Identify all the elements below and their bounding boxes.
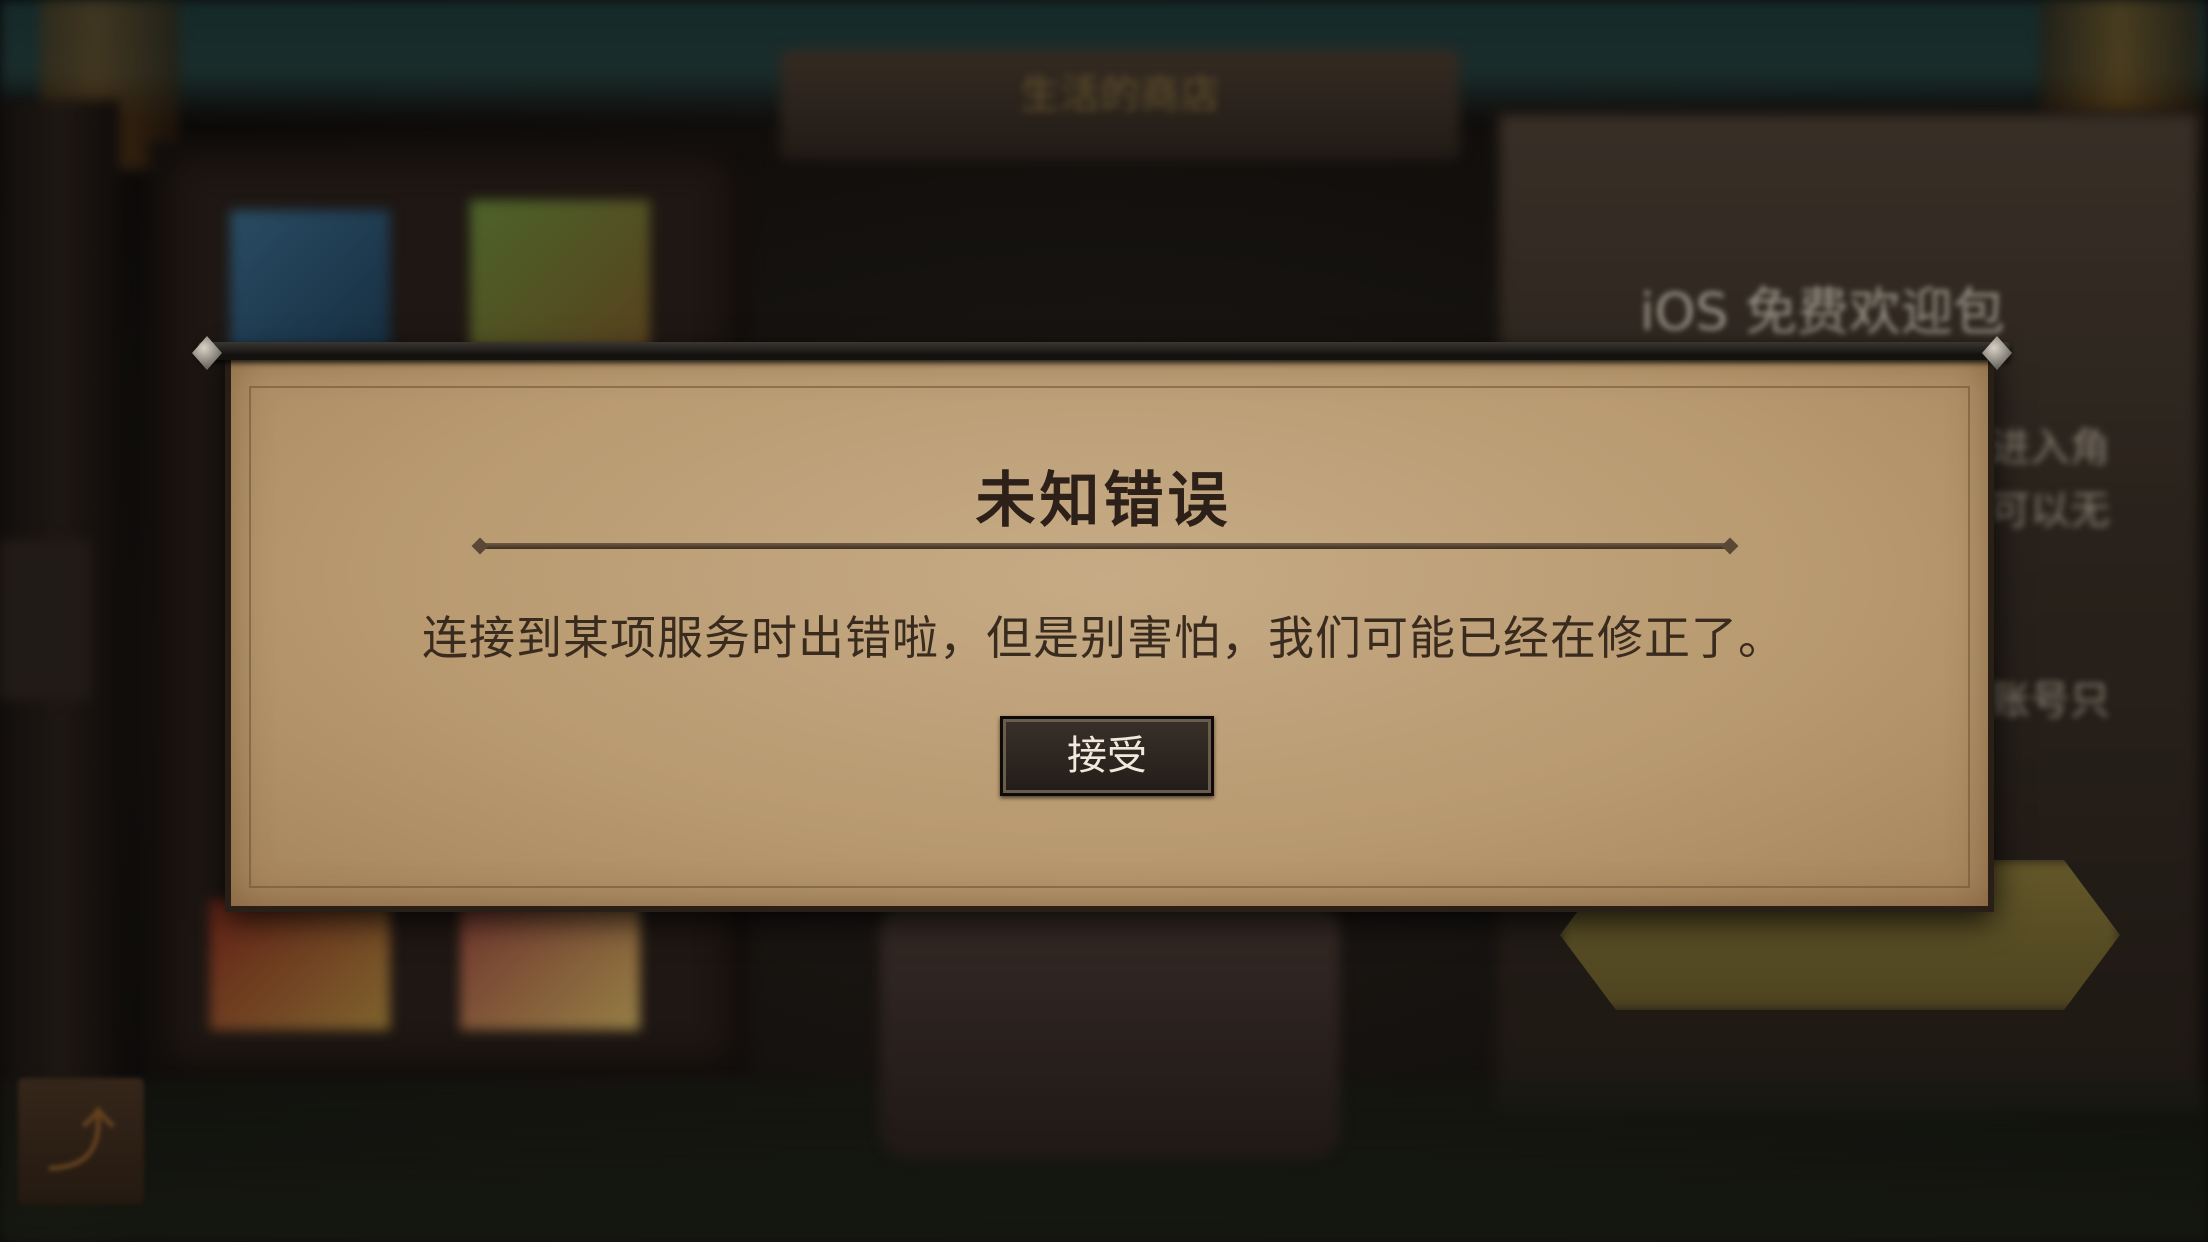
dialog-title: 未知错误: [975, 466, 1232, 536]
game-scene: 生活的商店 iOS 免费欢迎包 进入角 可以无 账号只 ⤴ 未知错误 连接到某项…: [0, 0, 2208, 1242]
scroll-rod: [198, 342, 2010, 360]
accept-button[interactable]: 接受: [1000, 716, 1214, 796]
dialog-message: 连接到某项服务时出错啦，但是别害怕，我们可能已经在修正了。: [422, 611, 1785, 665]
title-divider: [480, 543, 1730, 549]
